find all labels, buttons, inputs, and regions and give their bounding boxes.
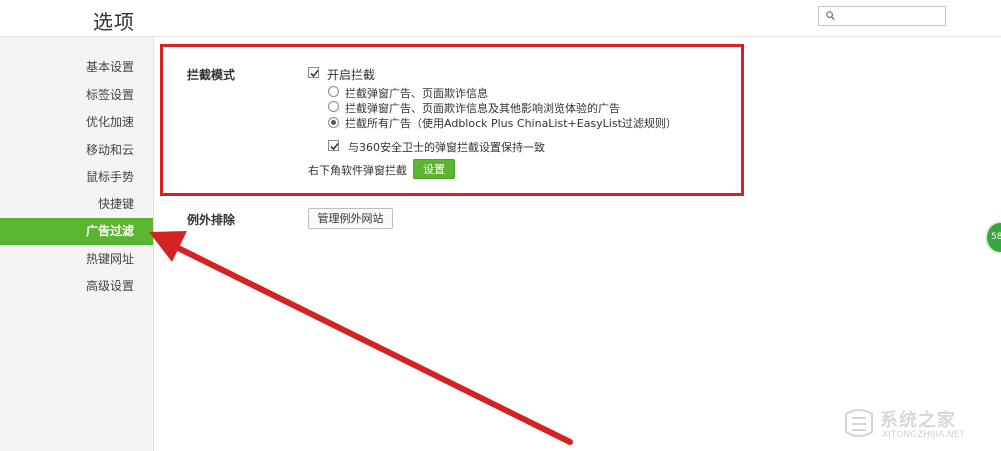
watermark-logo-icon: [845, 409, 873, 437]
enable-block-checkbox[interactable]: [308, 67, 319, 78]
sidebar-item-mobile-cloud[interactable]: 移动和云: [0, 137, 153, 164]
sidebar-item-hotkey-urls[interactable]: 热键网址: [0, 246, 153, 273]
block-option-label-3: 拦截所有广告（使用Adblock Plus ChinaList+EasyList…: [345, 117, 677, 130]
block-mode-label: 拦截模式: [187, 68, 236, 82]
sidebar-item-advanced[interactable]: 高级设置: [0, 273, 153, 300]
watermark-text: 系统之家: [880, 410, 956, 431]
block-option-radio-2[interactable]: [328, 101, 339, 112]
sidebar-item-mouse-gestures[interactable]: 鼠标手势: [0, 164, 153, 191]
checkmark-icon: [330, 142, 339, 151]
page-title: 选项: [93, 10, 135, 34]
search-input[interactable]: [839, 8, 939, 24]
sidebar-item-shortcuts[interactable]: 快捷键: [0, 191, 153, 218]
floating-badge[interactable]: 58: [985, 221, 1001, 254]
exceptions-label: 例外排除: [187, 213, 236, 227]
watermark: 系统之家 XITONGZHIJIA.NET: [840, 400, 998, 446]
watermark-url: XITONGZHIJIA.NET: [882, 430, 965, 440]
checkmark-icon: [310, 69, 319, 78]
sync-360-checkbox[interactable]: [328, 140, 339, 151]
block-option-radio-1[interactable]: [328, 86, 339, 97]
popup-settings-button[interactable]: 设置: [413, 159, 455, 179]
block-option-label-2: 拦截弹窗广告、页面欺诈信息及其他影响浏览体验的广告: [345, 102, 620, 115]
header: 选项: [0, 0, 1001, 37]
block-option-radio-3[interactable]: [328, 117, 339, 128]
enable-block-label: 开启拦截: [327, 68, 376, 82]
radio-selected-dot: [331, 120, 336, 125]
manage-exceptions-button[interactable]: 管理例外网站: [308, 208, 393, 229]
sidebar-item-basic-settings[interactable]: 基本设置: [0, 54, 153, 81]
sidebar-item-optimize[interactable]: 优化加速: [0, 109, 153, 136]
sync-360-label: 与360安全卫士的弹窗拦截设置保持一致: [348, 141, 545, 154]
block-option-label-1: 拦截弹窗广告、页面欺诈信息: [345, 87, 488, 100]
sidebar-item-ad-filter[interactable]: 广告过滤: [0, 218, 153, 245]
popup-block-label: 右下角软件弹窗拦截: [308, 164, 407, 177]
sidebar: 基本设置 标签设置 优化加速 移动和云 鼠标手势 快捷键 广告过滤 热键网址 高…: [0, 37, 154, 451]
search-icon: [826, 11, 835, 21]
search-box[interactable]: [818, 6, 946, 26]
sidebar-item-tab-settings[interactable]: 标签设置: [0, 82, 153, 109]
